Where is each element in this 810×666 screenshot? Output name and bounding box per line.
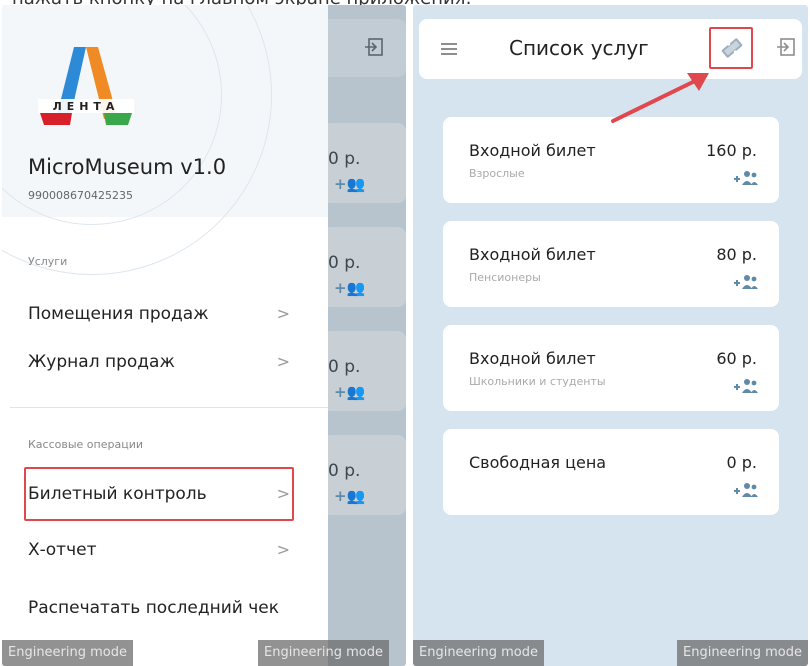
add-user-icon: +👥 (334, 487, 366, 505)
lenta-logo: ЛЕНТА (38, 47, 134, 125)
background-card: 0 р. +👥 (322, 435, 406, 515)
divider (10, 407, 328, 408)
hamburger-icon[interactable] (441, 43, 457, 55)
left-screen: ▾ 0 р. +👥 0 р. +👥 0 р. +👥 0 р. +👥 (2, 5, 406, 666)
chevron-right-icon: > (276, 540, 290, 559)
service-subtitle: Пенсионеры (469, 271, 541, 284)
menu-item-sales-journal[interactable]: Журнал продаж > (28, 345, 298, 379)
service-name: Входной билет (469, 141, 596, 160)
page-title: Список услуг (509, 36, 649, 60)
menu-item-label: Журнал продаж (28, 352, 175, 372)
engineering-mode-badge: Engineering mode (413, 640, 544, 666)
menu-item-label: Распечатать последний чек (28, 598, 280, 618)
menu-item-sales-rooms[interactable]: Помещения продаж > (28, 297, 298, 331)
background-price: 0 р. (328, 461, 361, 481)
background-card: 0 р. +👥 (322, 123, 406, 203)
menu-item-ticket-control[interactable]: Билетный контроль > (28, 477, 298, 511)
menu-item-x-report[interactable]: Х-отчет > (28, 533, 298, 567)
service-subtitle: Школьники и студенты (469, 375, 606, 388)
background-card: 0 р. +👥 (322, 331, 406, 411)
add-user-icon: +👥 (334, 279, 366, 297)
engineering-mode-badge: Engineering mode (677, 640, 808, 666)
chevron-right-icon: > (276, 484, 290, 503)
add-user-icon[interactable] (733, 169, 759, 187)
section-label-services: Услуги (28, 255, 68, 268)
device-id: 990008670425235 (28, 189, 133, 202)
logo-text: ЛЕНТА (53, 100, 120, 113)
background-price: 0 р. (328, 253, 361, 273)
menu-item-label: Билетный контроль (28, 484, 207, 504)
add-user-icon[interactable] (733, 273, 759, 291)
exit-icon (365, 38, 383, 56)
engineering-mode-badge: Engineering mode (2, 640, 133, 666)
add-user-icon: +👥 (334, 383, 366, 401)
menu-item-print-last-receipt[interactable]: Распечатать последний чек (28, 591, 298, 625)
service-name: Входной билет (469, 349, 596, 368)
add-user-icon[interactable] (733, 481, 759, 499)
menu-item-label: Помещения продаж (28, 304, 209, 324)
top-app-bar: Список услуг (419, 19, 802, 79)
ticket-icon (721, 38, 743, 58)
drawer-header: ЛЕНТА MicroMuseum v1.0 990008670425235 (2, 5, 328, 275)
service-card[interactable]: Входной билет Пенсионеры 80 р. (443, 221, 779, 307)
exit-icon[interactable] (775, 36, 797, 58)
section-label-cash: Кассовые операции (28, 438, 144, 451)
chevron-right-icon: > (276, 352, 290, 371)
service-price: 0 р. (726, 453, 757, 472)
engineering-mode-badge: Engineering mode (258, 640, 389, 666)
service-subtitle: Взрослые (469, 167, 525, 180)
app-name: MicroMuseum v1.0 (28, 155, 227, 179)
add-user-icon[interactable] (733, 377, 759, 395)
service-card[interactable]: Свободная цена 0 р. (443, 429, 779, 515)
add-user-icon: +👥 (334, 175, 366, 193)
service-card[interactable]: Входной билет Школьники и студенты 60 р. (443, 325, 779, 411)
service-name: Свободная цена (469, 453, 607, 472)
right-screen: Список услуг Входной билет Взрослые 160 … (413, 5, 808, 666)
ticket-control-button[interactable] (709, 27, 753, 69)
chevron-right-icon: > (276, 304, 290, 323)
service-name: Входной билет (469, 245, 596, 264)
service-price: 80 р. (716, 245, 757, 264)
background-card: 0 р. +👥 (322, 227, 406, 307)
menu-item-label: Х-отчет (28, 540, 97, 560)
service-price: 160 р. (706, 141, 757, 160)
background-price: 0 р. (328, 149, 361, 169)
navigation-drawer: ЛЕНТА MicroMuseum v1.0 990008670425235 У… (2, 5, 328, 666)
service-price: 60 р. (716, 349, 757, 368)
service-card[interactable]: Входной билет Взрослые 160 р. (443, 117, 779, 203)
background-price: 0 р. (328, 357, 361, 377)
